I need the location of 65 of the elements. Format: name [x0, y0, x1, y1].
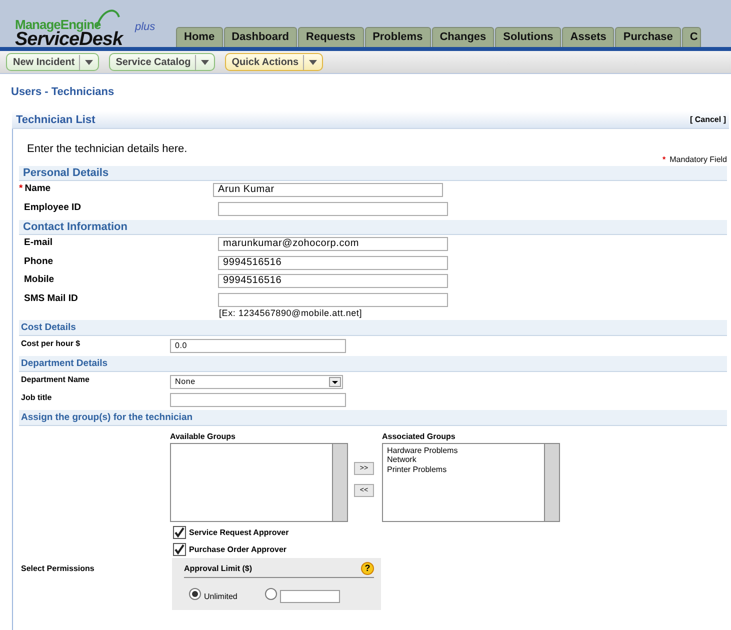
- nav-tab[interactable]: Requests: [298, 27, 364, 47]
- mandatory-note: Mandatory Field: [670, 155, 727, 164]
- approval-title: Approval Limit ($): [184, 564, 252, 572]
- nav-tab[interactable]: Problems: [364, 27, 431, 47]
- nav-tab[interactable]: Home: [176, 27, 223, 47]
- scrollbar[interactable]: [544, 444, 559, 520]
- list-label: Associated Groups: [382, 432, 456, 440]
- section-header: Contact Information: [19, 220, 727, 235]
- list-label: Available Groups: [170, 432, 236, 440]
- field-label: Cost per hour $: [21, 338, 80, 348]
- list-item[interactable]: Network: [387, 455, 540, 464]
- logo-brand: ManageEngine: [15, 17, 101, 32]
- toolbar-button[interactable]: Quick Actions: [224, 53, 323, 71]
- field-label: Phone: [24, 256, 54, 266]
- select-field[interactable]: None: [170, 374, 343, 388]
- field-label: SMS Mail ID: [24, 292, 78, 304]
- field-hint: [Ex: 1234567890@mobile.att.net]: [219, 308, 364, 318]
- field-label: Employee ID: [24, 202, 82, 212]
- nav-tab[interactable]: C: [682, 27, 701, 47]
- help-icon[interactable]: ?: [361, 562, 374, 574]
- toolbar-button[interactable]: Service Catalog: [108, 53, 215, 71]
- field-label: E-mail: [24, 237, 53, 248]
- section-header: Personal Details: [19, 166, 727, 181]
- checkbox-label: Service Request Approver: [189, 528, 289, 536]
- field-label: Name: [24, 183, 51, 194]
- text-field[interactable]: marunkumar@zohocorp.com: [218, 237, 448, 251]
- radio-button[interactable]: [265, 588, 278, 600]
- field-label: Job title: [21, 392, 52, 402]
- text-field[interactable]: 9994516516: [218, 274, 448, 288]
- text-field[interactable]: [218, 292, 448, 306]
- dropdown-icon: [329, 376, 341, 386]
- field-label: Department Name: [21, 374, 90, 384]
- text-field[interactable]: Arun Kumar: [213, 183, 443, 197]
- field-label: Select Permissions: [20, 562, 96, 572]
- toolbar-button[interactable]: New Incident: [6, 53, 99, 71]
- scrollbar[interactable]: [332, 444, 347, 520]
- radio-button[interactable]: [189, 588, 201, 600]
- section-header: Assign the group(s) for the technician: [19, 410, 727, 426]
- list-item[interactable]: Hardware Problems: [387, 446, 540, 455]
- list-box[interactable]: Hardware Problems Network Printer Problems: [382, 442, 560, 522]
- nav-tab[interactable]: Dashboard: [224, 27, 298, 47]
- text-field[interactable]: 9994516516: [218, 256, 448, 270]
- list-item[interactable]: Printer Problems: [387, 464, 540, 474]
- nav-tab[interactable]: Assets: [562, 27, 614, 47]
- required-mark: *: [662, 155, 666, 164]
- amount-field[interactable]: [280, 590, 340, 602]
- section-header: Cost Details: [19, 320, 727, 336]
- section-header: Department Details: [19, 356, 727, 372]
- logo-edition: plus: [135, 21, 156, 33]
- breadcrumb: Users - Technicians: [11, 86, 116, 100]
- nav-tab[interactable]: Solutions: [495, 27, 562, 47]
- text-field[interactable]: [218, 202, 448, 216]
- intro-text: Enter the technician details here.: [27, 143, 188, 155]
- required-mark: *: [19, 183, 23, 194]
- checkbox[interactable]: [173, 542, 186, 556]
- checkbox-label: Purchase Order Approver: [189, 544, 287, 554]
- field-label: Mobile: [24, 274, 54, 285]
- nav-tab[interactable]: Purchase: [615, 27, 681, 47]
- text-field[interactable]: [170, 392, 346, 406]
- radio-label: Unlimited: [204, 592, 238, 600]
- panel-title: Technician List: [16, 114, 96, 126]
- cancel-link[interactable]: [ Cancel ]: [690, 115, 726, 124]
- checkbox[interactable]: [173, 526, 186, 538]
- nav-tab[interactable]: Changes: [432, 27, 494, 47]
- text-field[interactable]: 0.0: [170, 338, 346, 352]
